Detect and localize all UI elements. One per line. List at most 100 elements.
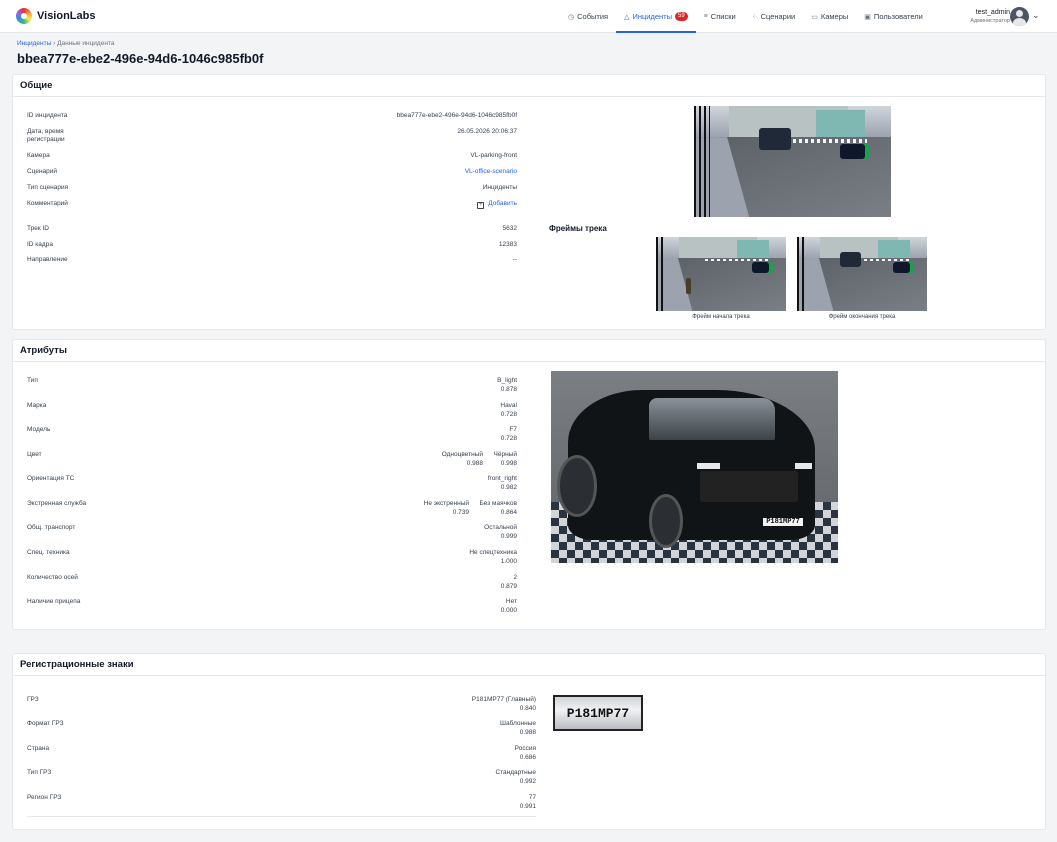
camera-icon: ▭ [811,13,818,21]
breadcrumb: Инциденты › Данные инцидента [17,40,114,47]
nav-item-lists[interactable]: ≡ Списки [696,0,744,33]
attribute-row-model: Модель F7 0.728 [27,426,517,446]
clock-icon: ◷ [568,13,575,21]
users-icon: ▣ [864,13,871,21]
attribute-value: Не экстренный 0.739 [423,500,469,516]
nav-item-label: Камеры [820,12,849,21]
nav-item-label: Сценарии [760,12,796,21]
vehicle-image[interactable]: Р181МР77 [551,371,838,563]
track-start-frame-image[interactable] [656,237,786,311]
user-menu[interactable]: test_admin Администратор ⌄ [962,7,1048,27]
row-label: Комментарий [27,200,68,207]
main-nav: ◷ События △ Инциденты 59 ≡ Списки ⁘ Сцен… [560,0,931,33]
scenario-icon: ⁘ [751,13,758,21]
attribute-row-trailer: Наличие прицепа Нет 0.000 [27,598,517,618]
row-label: Формат ГРЗ [27,720,64,727]
attribute-value: 2 0.879 [500,574,517,590]
row-label: Спец. техника [27,549,70,556]
plates-card: Регистрационные знаки ГРЗ Р181МР77 (Глав… [12,653,1046,830]
attribute-value: Без маячков 0.864 [479,500,518,516]
scenario-link[interactable]: VL-office-scenario [465,168,517,177]
row-label: Тип сценария [27,184,69,191]
track-start-frame-caption: Фрейм начала трека [692,314,750,320]
attribute-row-type: Тип B_light 0.878 [27,377,517,397]
attribute-value: Не спецтехника 1.000 [469,549,517,565]
logo[interactable]: VisionLabs [16,8,95,24]
list-icon: ≡ [703,13,708,20]
attributes-card-heading: Атрибуты [13,340,1045,362]
logo-text: VisionLabs [37,10,96,22]
plate-row-country: Страна Россия 0.686 [27,745,536,765]
general-card: Общие ID инцидента bbea777e-ebe2-496e-94… [12,74,1046,330]
plate-row-type: Тип ГРЗ Стандартные 0.992 [27,769,536,789]
row-label: Марка [27,402,47,409]
plate-row-region: Регион ГРЗ 77 0.991 [27,794,536,814]
user-name: test_admin [975,9,1010,16]
row-value: -- [512,256,517,263]
nav-item-events[interactable]: ◷ События [560,0,616,33]
plate-row-number: ГРЗ Р181МР77 (Главный) 0.840 [27,696,536,716]
attribute-value: Нет 0.000 [500,598,517,614]
row-value: 12383 [498,241,517,248]
row-value: Инциденты [482,184,517,191]
plates-divider [27,816,536,817]
attributes-card: Атрибуты Тип B_light 0.878 Марка Haval 0.7… [12,339,1046,630]
attribute-value: Haval 0.728 [500,402,517,418]
plate-value: Стандартные 0.992 [495,769,536,785]
top-header: VisionLabs ◷ События △ Инциденты 59 ≡ Сп… [0,0,1057,33]
attribute-row-orientation: Ориентация ТС front_right 0.982 [27,475,517,495]
incident-frame-image[interactable] [694,106,891,217]
row-label: Количество осей [27,574,78,581]
incidents-count-badge: 59 [675,12,688,21]
nav-item-label: События [577,12,609,21]
plate-row-format: Формат ГРЗ Шаблонные 0.988 [27,720,536,740]
plate-crop-image[interactable]: Р181МР77 [553,695,643,731]
attribute-value: front_right 0.982 [487,475,517,491]
row-label: Тип [27,377,38,384]
track-end-frame-caption: Фрейм окончания трека [828,314,896,320]
track-frames-heading: Фреймы трека [549,224,607,233]
attribute-row-axles: Количество осей 2 0.879 [27,574,517,594]
plate-value: Р181МР77 (Главный) 0.840 [471,696,536,712]
logo-icon [16,8,32,24]
breadcrumb-root-link[interactable]: Инциденты [17,40,51,47]
attribute-row-color: Цвет Одноцветный 0.988 Чёрный 0.998 [27,451,517,471]
row-value: bbea777e-ebe2-496e-94d6-1046c985fb0f [396,112,517,119]
row-label: Направление [27,256,68,263]
add-comment-label: Добавить [488,200,517,207]
track-end-frame-image[interactable] [797,237,927,311]
attribute-row-brand: Марка Haval 0.728 [27,402,517,422]
row-label: Наличие прицепа [27,598,81,605]
plate-value: Россия 0.686 [514,745,536,761]
nav-item-incidents[interactable]: △ Инциденты 59 [616,0,696,33]
general-card-heading: Общие [13,75,1045,97]
row-label: Трек ID [27,225,49,232]
alert-icon: △ [624,13,630,21]
row-label: Сценарий [27,168,58,175]
row-label: Дата, время регистрации [27,128,65,143]
user-role: Администратор [970,18,1010,24]
row-label: Тип ГРЗ [27,769,52,776]
nav-item-label: Инциденты [632,12,673,21]
vehicle-plate: Р181МР77 [762,517,804,527]
plates-card-heading: Регистрационные знаки [13,654,1045,676]
attribute-value: Остальной 0.999 [484,524,517,540]
add-comment-button[interactable]: + Добавить [477,200,517,209]
nav-item-cameras[interactable]: ▭ Камеры [803,0,856,33]
row-label: ID инцидента [27,112,68,119]
breadcrumb-separator: › [53,40,56,47]
row-label: Камера [27,152,50,159]
attribute-row-special-vehicle: Спец. техника Не спецтехника 1.000 [27,549,517,569]
nav-item-users[interactable]: ▣ Пользователи [856,0,931,33]
row-value: 26.05.2026 20:06:37 [457,128,517,135]
row-label: Экстренная служба [27,500,87,507]
row-label: Регион ГРЗ [27,794,62,801]
nav-item-scenarios[interactable]: ⁘ Сценарии [744,0,804,33]
plus-icon: + [477,202,485,209]
avatar[interactable] [1010,7,1029,26]
plate-value: 77 0.991 [519,794,536,810]
row-label: Ориентация ТС [27,475,75,482]
attribute-row-public-transport: Общ. транспорт Остальной 0.999 [27,524,517,544]
row-value: VL-parking-front [470,152,517,159]
chevron-down-icon[interactable]: ⌄ [1032,10,1040,21]
